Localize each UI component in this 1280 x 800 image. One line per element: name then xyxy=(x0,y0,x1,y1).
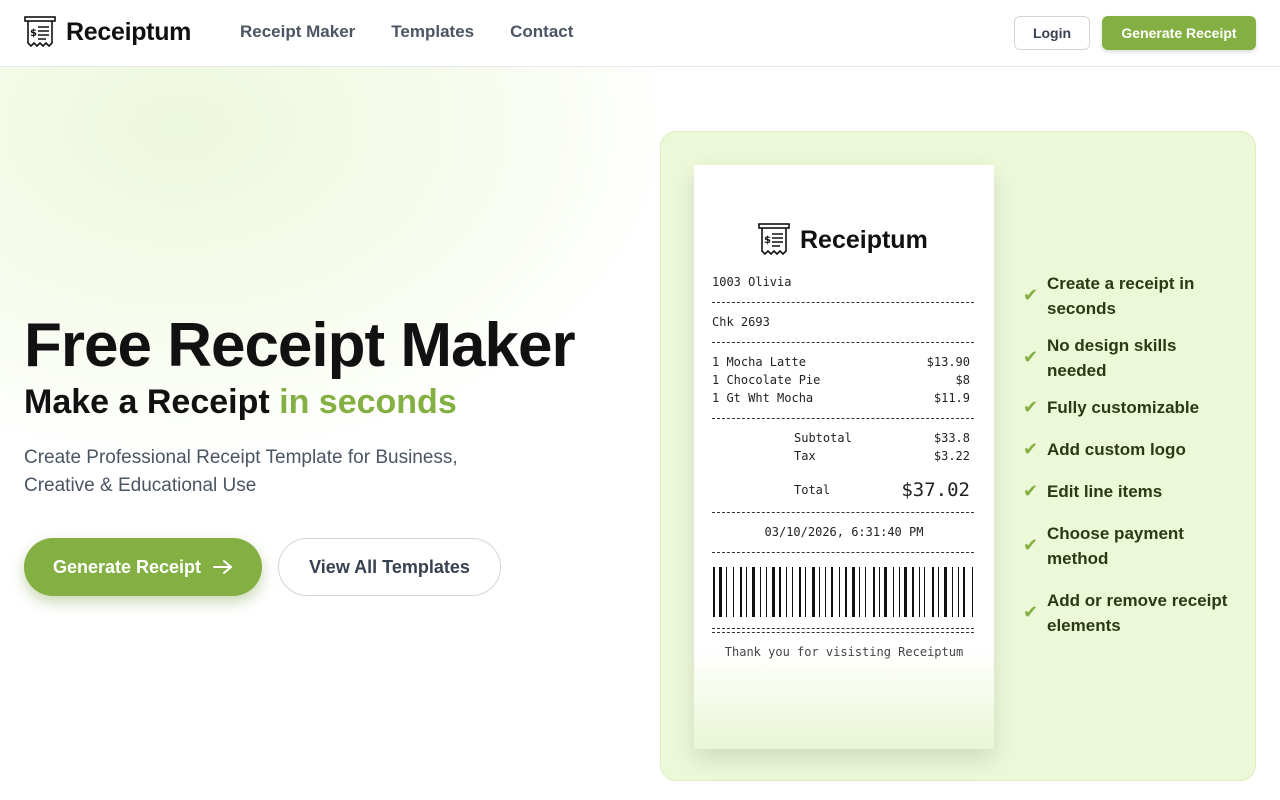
receipt-divider xyxy=(712,342,974,343)
hero-subtitle: Make a Receipt in seconds xyxy=(24,382,575,422)
feature-text: Edit line items xyxy=(1047,481,1163,501)
subtotal-value: $33.8 xyxy=(933,431,970,445)
item-name: 1 Chocolate Pie xyxy=(712,373,821,387)
hero-subtitle-accent: in seconds xyxy=(279,383,457,421)
feature-text: Add or remove receipt elements xyxy=(1047,590,1228,635)
feature-item: ✔ Fully customizable xyxy=(1023,394,1233,420)
receipt-line-item: 1 Gt Wht Mocha $11.9 xyxy=(712,391,970,405)
receipt-tax-row: Tax $3.22 xyxy=(794,449,970,463)
total-value: $37.02 xyxy=(901,479,970,501)
hero-description: Create Professional Receipt Template for… xyxy=(24,447,458,496)
check-icon: ✔ xyxy=(1023,438,1039,459)
generate-receipt-label: Generate Receipt xyxy=(52,556,202,577)
receipt-double-divider xyxy=(712,628,974,633)
hero-cta-row: Generate Receipt View All Templates xyxy=(24,538,501,596)
nav-receipt-maker[interactable]: Receipt Maker xyxy=(240,22,355,42)
receipt-divider xyxy=(712,512,974,513)
receipt-logo-icon: $ xyxy=(24,16,56,48)
receipt-line-item: 1 Mocha Latte $13.90 xyxy=(712,355,970,369)
feature-item: ✔ Create a receipt in seconds xyxy=(1023,270,1233,321)
feature-item: ✔ Choose payment method xyxy=(1023,520,1233,571)
feature-text: Choose payment method xyxy=(1047,523,1184,568)
total-label: Total xyxy=(794,483,831,497)
svg-text:$: $ xyxy=(30,28,37,39)
item-name: 1 Gt Wht Mocha xyxy=(712,391,814,405)
check-icon: ✔ xyxy=(1023,602,1039,622)
receipt-line-item: 1 Chocolate Pie $8 xyxy=(712,373,970,387)
view-all-templates-button[interactable]: View All Templates xyxy=(278,538,501,596)
generate-receipt-button[interactable]: Generate Receipt xyxy=(24,538,262,596)
item-price: $13.90 xyxy=(926,355,970,369)
login-button[interactable]: Login xyxy=(1014,16,1090,50)
feature-list: ✔ Create a receipt in seconds ✔ No desig… xyxy=(1023,270,1233,638)
arrow-right-icon xyxy=(213,560,233,574)
receipt-datetime: 03/10/2026, 6:31:40 PM xyxy=(764,525,924,539)
check-icon: ✔ xyxy=(1023,347,1039,367)
check-icon: ✔ xyxy=(1023,535,1039,555)
receipt-brand-name: Receiptum xyxy=(800,225,928,254)
tax-label: Tax xyxy=(794,449,816,463)
feature-text: Create a receipt in seconds xyxy=(1047,273,1195,318)
hero-title: Free Receipt Maker xyxy=(24,311,576,380)
receipt-subtotal-row: Subtotal $33.8 xyxy=(794,431,970,445)
preview-panel: $ Receiptum 1003 Olivia Chk 2693 1 Mocha… xyxy=(660,131,1256,781)
receipt-check: Chk 2693 xyxy=(712,315,770,329)
receipt-divider xyxy=(712,418,974,419)
feature-item: ✔ No design skills needed xyxy=(1023,336,1233,380)
hero-subtitle-start: Make a Receipt xyxy=(24,383,280,421)
feature-item: ✔ Add or remove receipt elements xyxy=(1023,587,1233,638)
feature-text: Add custom logo xyxy=(1047,439,1186,459)
feature-text: No design skills needed xyxy=(1047,335,1177,380)
check-icon: ✔ xyxy=(1023,480,1039,501)
item-price: $8 xyxy=(955,373,970,387)
receipt-total-row: Total $37.02 xyxy=(794,479,970,501)
nav-contact[interactable]: Contact xyxy=(510,22,573,42)
hero-section: Free Receipt Maker Make a Receipt in sec… xyxy=(24,311,576,500)
receipt-preview: $ Receiptum 1003 Olivia Chk 2693 1 Mocha… xyxy=(694,165,994,749)
check-icon: ✔ xyxy=(1023,285,1039,305)
receipt-divider xyxy=(712,302,974,303)
feature-item: ✔ Add custom logo xyxy=(1023,436,1233,462)
brand-name: Receiptum xyxy=(66,17,192,46)
nav-templates[interactable]: Templates xyxy=(391,22,474,42)
item-price: $11.9 xyxy=(933,391,970,405)
receipt-barcode xyxy=(713,567,973,617)
receipt-brand: $ Receiptum xyxy=(758,223,928,257)
feature-text: Fully customizable xyxy=(1047,397,1200,417)
site-header: $ Receiptum Receipt Maker Templates Cont… xyxy=(0,0,1280,67)
receipt-server: 1003 Olivia xyxy=(712,275,792,289)
item-name: 1 Mocha Latte xyxy=(712,355,806,369)
receipt-divider xyxy=(712,552,974,553)
brand-link[interactable]: $ Receiptum xyxy=(24,16,191,48)
main-nav: Receipt Maker Templates Contact xyxy=(240,22,573,42)
header-generate-receipt-button[interactable]: Generate Receipt xyxy=(1102,16,1256,50)
receipt-logo-icon: $ xyxy=(758,223,790,256)
subtotal-label: Subtotal xyxy=(794,431,852,445)
receipt-thanks: Thank you for visisting Receiptum xyxy=(724,645,964,659)
tax-value: $3.22 xyxy=(933,449,970,463)
check-icon: ✔ xyxy=(1023,396,1039,417)
feature-item: ✔ Edit line items xyxy=(1023,478,1233,504)
svg-text:$: $ xyxy=(764,235,771,246)
